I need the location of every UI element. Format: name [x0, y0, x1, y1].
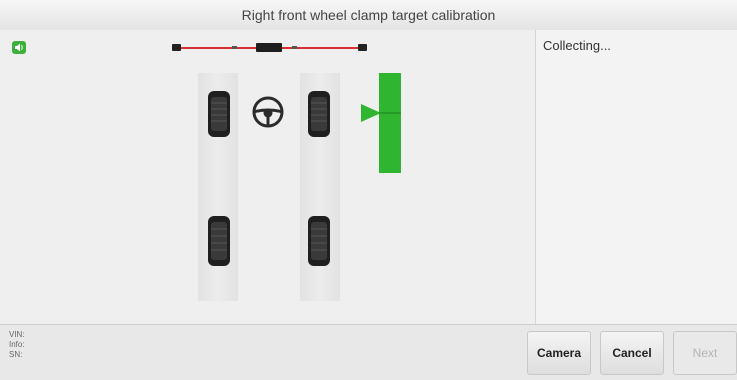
status-panel: Collecting... [536, 30, 737, 324]
target-arrow-icon [361, 73, 401, 173]
sound-icon[interactable] [12, 41, 26, 54]
status-text: Collecting... [543, 38, 611, 53]
vehicle-info: VIN: Info: SN: [9, 330, 25, 360]
vin-label: VIN: [9, 330, 25, 339]
camera-button[interactable]: Camera [527, 331, 591, 375]
title-bar: Right front wheel clamp target calibrati… [0, 0, 737, 31]
alignment-view [0, 30, 536, 324]
tire-icon [208, 216, 230, 266]
page-title: Right front wheel clamp target calibrati… [241, 7, 496, 23]
measurement-beam [172, 43, 367, 52]
next-button[interactable]: Next [673, 331, 737, 375]
info-label: Info: [9, 340, 25, 349]
footer-bar: VIN: Info: SN: Camera Cancel Next [0, 324, 737, 380]
sn-label: SN: [9, 350, 23, 359]
steering-wheel-icon [252, 96, 284, 128]
tire-icon [208, 91, 230, 137]
tire-icon [308, 91, 330, 137]
tire-icon [308, 216, 330, 266]
cancel-button[interactable]: Cancel [600, 331, 664, 375]
